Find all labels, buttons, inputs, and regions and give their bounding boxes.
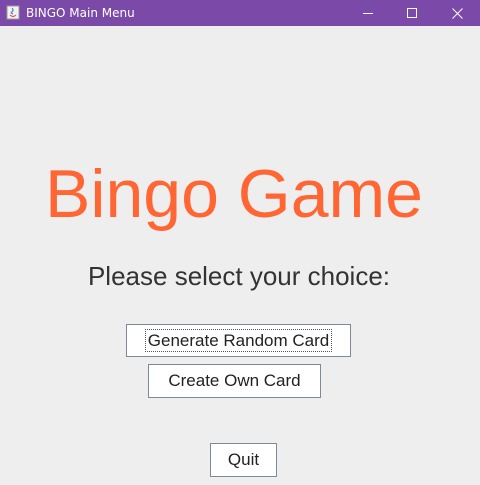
main-panel: Bingo Game Please select your choice: Ge… — [0, 26, 480, 485]
maximize-button[interactable] — [389, 0, 435, 26]
maximize-icon — [407, 8, 417, 18]
generate-random-card-button[interactable]: Generate Random Card — [126, 324, 351, 357]
bingo-main-window: BINGO Main Menu Bingo Game Please select… — [0, 0, 480, 485]
minimize-icon — [363, 8, 373, 18]
choice-prompt: Please select your choice: — [87, 261, 391, 291]
minimize-button[interactable] — [345, 0, 391, 26]
quit-label: Quit — [227, 450, 260, 469]
create-own-card-label: Create Own Card — [168, 371, 301, 390]
java-app-icon[interactable] — [6, 5, 20, 20]
game-title: Bingo Game — [45, 156, 423, 232]
generate-random-card-label: Generate Random Card — [144, 329, 333, 352]
title-bar[interactable]: BINGO Main Menu — [0, 0, 480, 26]
quit-button[interactable]: Quit — [210, 443, 277, 477]
create-own-card-button[interactable]: Create Own Card — [148, 364, 321, 398]
close-icon — [451, 7, 463, 19]
close-button[interactable] — [434, 0, 480, 26]
window-title: BINGO Main Menu — [26, 6, 135, 20]
